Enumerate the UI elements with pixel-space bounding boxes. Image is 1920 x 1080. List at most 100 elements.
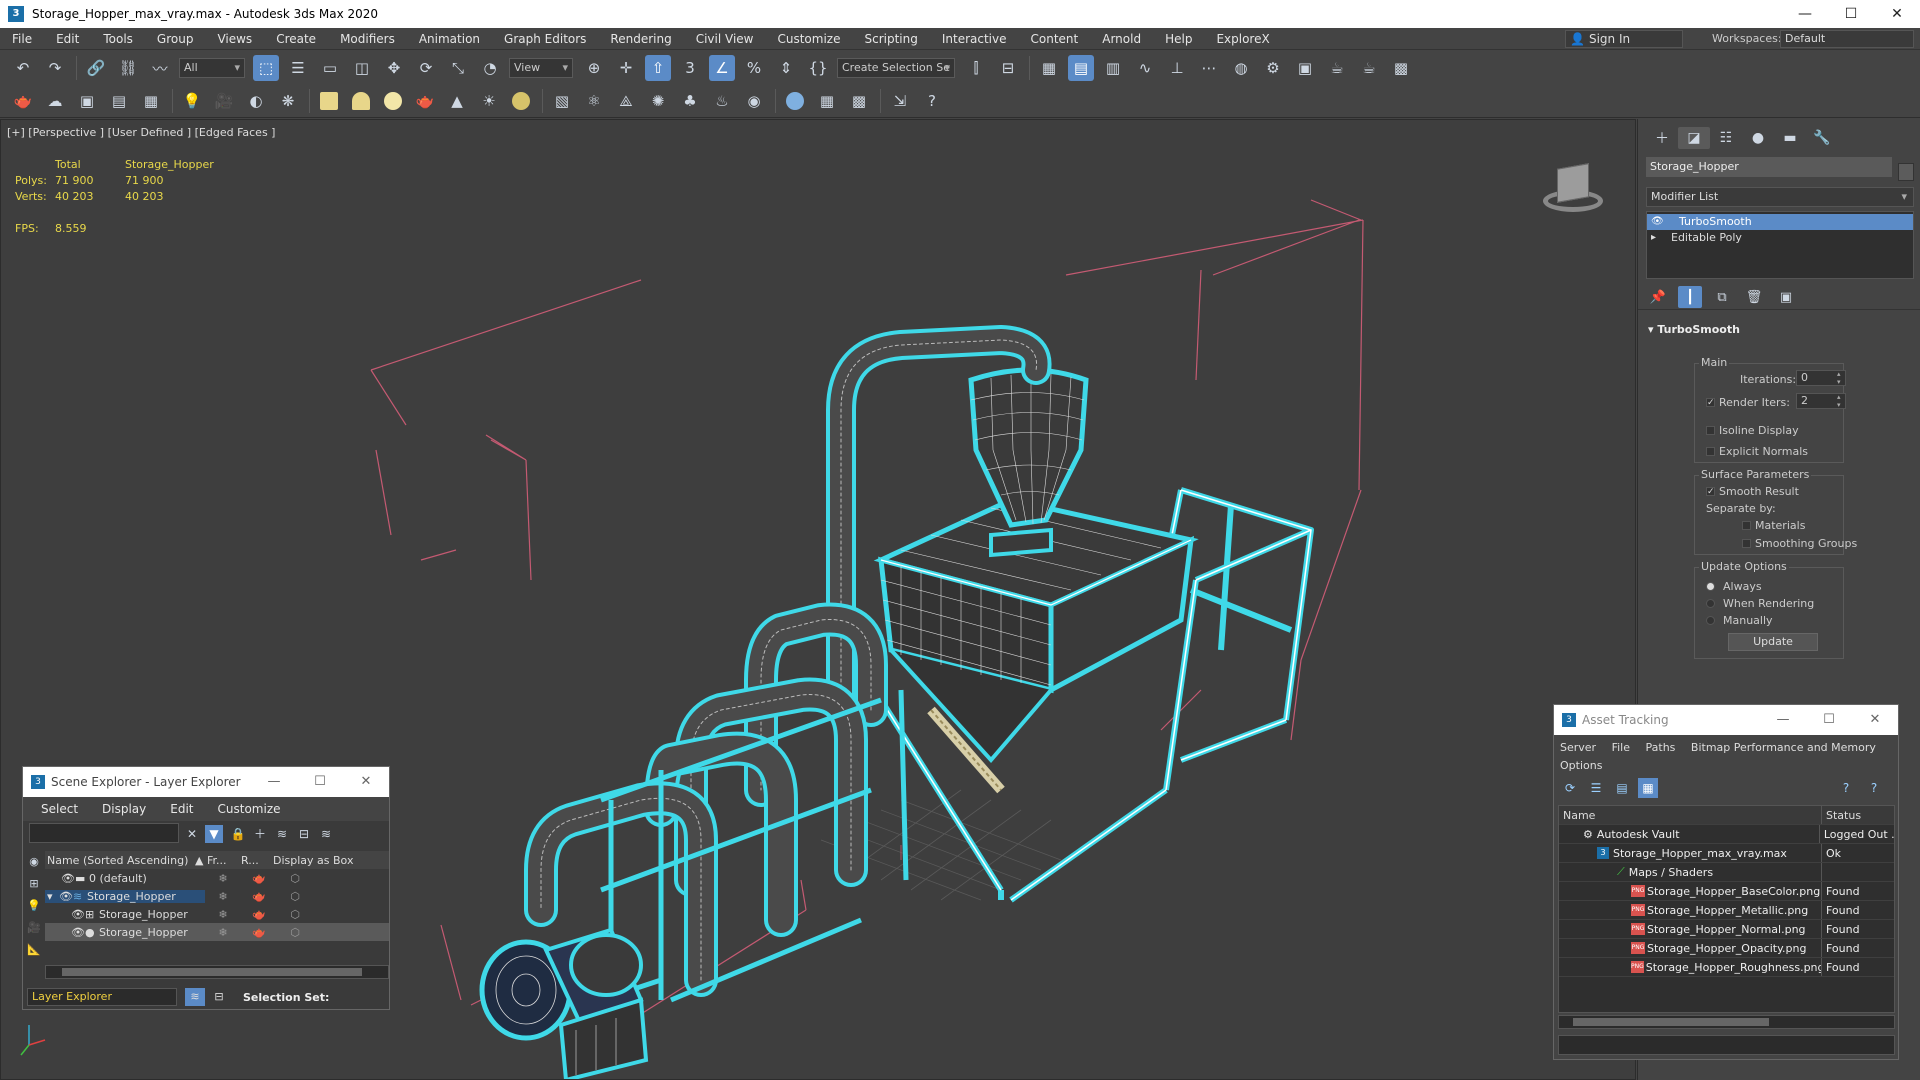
pin-stack-icon[interactable]: 📌	[1646, 286, 1670, 308]
scene-horizontal-scrollbar[interactable]	[45, 965, 389, 979]
layers-icon[interactable]: ≋	[273, 825, 291, 843]
spinner-snap-icon[interactable]: ⇕	[773, 55, 799, 81]
at-menu-paths[interactable]: Paths	[1646, 741, 1676, 754]
asset-tracking-titlebar[interactable]: 3 Asset Tracking — ☐ ✕	[1554, 705, 1898, 735]
minimize-button[interactable]: —	[1782, 0, 1828, 28]
update-manually-row[interactable]: Manually	[1706, 614, 1773, 627]
sun-icon[interactable]: ☀	[476, 88, 502, 114]
remove-modifier-icon[interactable]: 🗑	[1742, 286, 1766, 308]
list-view-icon[interactable]: ☰	[1586, 778, 1606, 798]
se-menu-edit[interactable]: Edit	[158, 802, 205, 816]
align-icon[interactable]: ⊟	[995, 55, 1021, 81]
update-manually-radio[interactable]	[1706, 616, 1715, 625]
menu-content[interactable]: Content	[1019, 28, 1091, 50]
display-geometry-icon[interactable]: ⊞	[25, 875, 43, 893]
menu-rendering[interactable]: Rendering	[598, 28, 683, 50]
col-name[interactable]: Name	[1559, 806, 1822, 824]
scrollbar-thumb[interactable]	[62, 968, 362, 976]
menu-animation[interactable]: Animation	[407, 28, 492, 50]
undo-icon[interactable]: ↶	[10, 55, 36, 81]
select-by-name-icon[interactable]: ☰	[285, 55, 311, 81]
menu-explorex[interactable]: ExploreX	[1204, 28, 1281, 50]
teapot-render-icon[interactable]: 🫖	[241, 872, 277, 885]
teapot-render-icon[interactable]: 🫖	[241, 908, 277, 921]
explicit-normals-checkbox[interactable]	[1706, 447, 1715, 456]
display-helpers-icon[interactable]: 📐	[25, 941, 43, 959]
make-unique-icon[interactable]: ⧉	[1710, 286, 1734, 308]
select-manipulate-icon[interactable]: ✛	[613, 55, 639, 81]
object-color-swatch[interactable]	[1898, 163, 1914, 181]
layer-toggle-icon[interactable]: ≋	[185, 988, 205, 1006]
asset-row[interactable]: PNG Storage_Hopper_Opacity.png Found	[1559, 939, 1894, 958]
close-button[interactable]: ✕	[1852, 705, 1898, 735]
eye-icon[interactable]: 👁	[1651, 214, 1665, 230]
asset-row[interactable]: ⚙ Autodesk Vault Logged Out .	[1559, 825, 1894, 844]
dope-sheet-icon[interactable]: ⊥	[1164, 55, 1190, 81]
update-always-row[interactable]: Always	[1706, 580, 1762, 593]
eye-icon[interactable]: 👁	[61, 872, 75, 885]
scrollbar-thumb[interactable]	[1573, 1018, 1769, 1026]
motion-tab-icon[interactable]: ●	[1742, 127, 1774, 149]
modifier-list-dropdown[interactable]: Modifier List	[1646, 187, 1914, 207]
box-display-icon[interactable]: ⬡	[277, 908, 313, 921]
materials-row[interactable]: Materials	[1742, 519, 1805, 532]
asset-row[interactable]: PNG Storage_Hopper_Normal.png Found	[1559, 920, 1894, 939]
material-editor-icon[interactable]: ◍	[1228, 55, 1254, 81]
mirror-icon[interactable]: ⫿	[963, 55, 989, 81]
explorer-type-dropdown[interactable]: Layer Explorer	[27, 988, 177, 1006]
sign-in-dropdown[interactable]: 👤 Sign In	[1565, 30, 1683, 48]
menu-graph-editors[interactable]: Graph Editors	[492, 28, 598, 50]
angle-snap-icon[interactable]: ∠	[709, 55, 735, 81]
object-name-field[interactable]: Storage_Hopper	[1646, 157, 1892, 177]
smooth-result-row[interactable]: ✓ Smooth Result	[1706, 485, 1799, 498]
scene-row[interactable]: 👁 ▬ 0 (default) ❄ 🫖 ⬡	[45, 869, 389, 887]
cloud-icon[interactable]: ☁	[42, 88, 68, 114]
schematic-view-icon[interactable]: ⋯	[1196, 55, 1222, 81]
asset-row[interactable]: 3 Storage_Hopper_max_vray.max Ok	[1559, 844, 1894, 863]
se-menu-display[interactable]: Display	[90, 802, 158, 816]
menu-edit[interactable]: Edit	[44, 28, 91, 50]
camera-icon[interactable]: 🎥	[211, 88, 237, 114]
viewport-label[interactable]: [+] [Perspective ] [User Defined ] [Edge…	[7, 126, 275, 139]
dome-light-icon[interactable]: ◐	[243, 88, 269, 114]
hierarchy-toggle-icon[interactable]: ⊟	[209, 988, 229, 1006]
keyboard-shortcut-override-icon[interactable]: ⇧	[645, 55, 671, 81]
thumbnail-view-icon[interactable]: ▤	[1612, 778, 1632, 798]
workspace-select[interactable]: Default	[1780, 30, 1914, 48]
grass-icon[interactable]: ♣	[677, 88, 703, 114]
menu-civil-view[interactable]: Civil View	[684, 28, 766, 50]
modify-tab-icon[interactable]: ◪	[1678, 127, 1710, 149]
asset-row[interactable]: PNG Storage_Hopper_BaseColor.png Found	[1559, 882, 1894, 901]
vault-help-icon[interactable]: ?	[1836, 778, 1856, 798]
isoline-display-row[interactable]: Isoline Display	[1706, 424, 1799, 437]
scene-row[interactable]: 👁 ⊞ Storage_Hopper ❄ 🫖 ⬡	[45, 905, 389, 923]
menu-arnold[interactable]: Arnold	[1090, 28, 1153, 50]
selection-set-dropdown[interactable]: Create Selection Se	[837, 58, 955, 78]
fur-icon[interactable]: ❋	[275, 88, 301, 114]
asset-path-field[interactable]	[1558, 1035, 1895, 1055]
teapot-icon[interactable]: 🫖	[10, 88, 36, 114]
render-iterative-icon[interactable]: ☕	[1356, 55, 1382, 81]
scene-row[interactable]: ▾ 👁 ≋ Storage_Hopper ❄ 🫖 ⬡	[45, 887, 389, 905]
menu-interactive[interactable]: Interactive	[930, 28, 1019, 50]
minimize-button[interactable]: —	[1760, 705, 1806, 735]
pivot-center-icon[interactable]: ⊕	[581, 55, 607, 81]
snaps-toggle-icon[interactable]: 3	[677, 55, 703, 81]
col-display-as-box[interactable]: Display as Box	[273, 854, 353, 867]
freeze-icon[interactable]: ❄	[205, 926, 241, 939]
show-end-result-icon[interactable]: ┃	[1678, 286, 1702, 308]
render-iters-checkbox[interactable]: ✓	[1706, 398, 1715, 408]
render-iters-row[interactable]: ✓ Render Iters:	[1706, 396, 1790, 409]
percent-snap-icon[interactable]: %	[741, 55, 767, 81]
smoothing-groups-row[interactable]: Smoothing Groups	[1742, 537, 1857, 550]
render-production-icon[interactable]: ☕	[1324, 55, 1350, 81]
smoothing-groups-checkbox[interactable]	[1742, 539, 1751, 548]
update-button[interactable]: Update	[1728, 633, 1818, 651]
menu-create[interactable]: Create	[264, 28, 328, 50]
decal-icon[interactable]: ◉	[741, 88, 767, 114]
close-button[interactable]: ✕	[343, 767, 389, 797]
proxy-icon[interactable]: ▧	[549, 88, 575, 114]
minimize-button[interactable]: —	[251, 767, 297, 797]
smooth-result-checkbox[interactable]: ✓	[1706, 487, 1715, 497]
asset-row[interactable]: ⟋ Maps / Shaders	[1559, 863, 1894, 882]
